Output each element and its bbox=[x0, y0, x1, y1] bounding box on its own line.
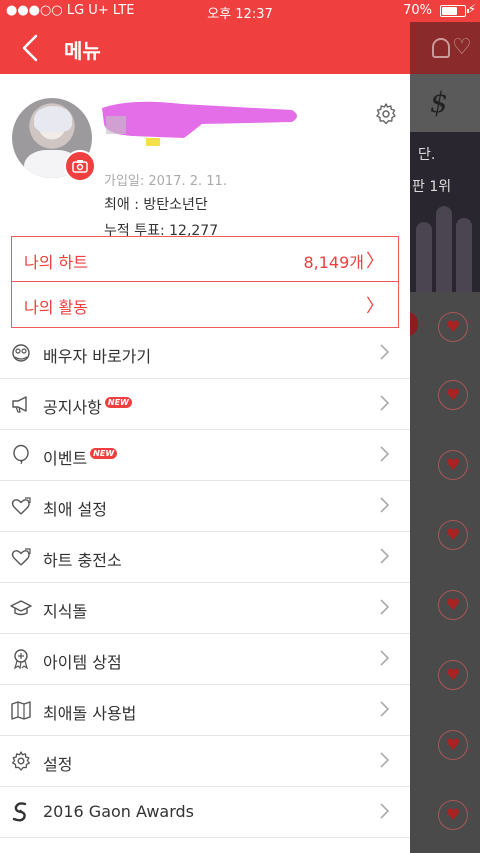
megaphone-icon bbox=[12, 396, 27, 413]
profile-section: 가입일: 2017. 2. 11. 최애 : 방탄소년단 누적 투표: 12,2… bbox=[0, 74, 410, 239]
chevron-right-icon bbox=[380, 803, 390, 819]
charging-icon: ⚡ bbox=[467, 2, 476, 16]
chevron-left-icon bbox=[22, 34, 38, 62]
my-activity-label: 나의 활동 bbox=[24, 298, 88, 317]
chevron-right-icon bbox=[380, 599, 390, 615]
menu-item-gaon-awards[interactable]: 2016 Gaon Awards bbox=[0, 787, 410, 838]
graduation-cap-icon bbox=[10, 600, 32, 616]
avatar-hair bbox=[34, 106, 72, 132]
chevron-right-icon bbox=[380, 650, 390, 666]
menu-item-item-shop[interactable]: 아이템 상점 bbox=[0, 634, 410, 685]
menu-item-label: 아이템 상점 bbox=[43, 653, 122, 672]
background-heart-icon: ♥ bbox=[438, 800, 468, 830]
my-hearts-count: 8,149개 bbox=[303, 253, 364, 272]
background-list bbox=[410, 292, 480, 853]
menu-item-heart-charging[interactable]: 하트 충전소 bbox=[0, 532, 410, 583]
background-heart-icon: ♥ bbox=[438, 312, 468, 342]
my-hearts-label: 나의 하트 bbox=[24, 253, 88, 272]
chevron-right-icon bbox=[380, 344, 390, 360]
menu-item-label: 최애 설정 bbox=[43, 500, 107, 519]
favorite-idol: 최애 : 방탄소년단 bbox=[104, 197, 208, 213]
background-heart-icon: ♥ bbox=[438, 660, 468, 690]
page-title: 메뉴 bbox=[64, 39, 101, 63]
chevron-right-icon bbox=[380, 752, 390, 768]
menu-item-knowledge[interactable]: 지식돌 bbox=[0, 583, 410, 634]
couple-icon bbox=[12, 344, 30, 362]
menu-item-events[interactable]: 이벤트 NEW bbox=[0, 430, 410, 481]
status-bar: ●●●○○ LG U+ LTE 오후 12:37 70% ⚡ bbox=[0, 0, 480, 22]
menu-item-label: 지식돌 bbox=[43, 602, 88, 621]
menu-item-label: 최애돌 사용법 bbox=[43, 704, 137, 723]
camera-icon bbox=[72, 160, 88, 173]
banner-text-1: 단. bbox=[418, 147, 436, 163]
side-menu-drawer: 메뉴 가입일: 2017. 2. 11. 최애 : 방탄소년단 누적 투표: 1… bbox=[0, 22, 410, 853]
change-photo-button[interactable] bbox=[64, 150, 96, 182]
background-banner: 단. 판 1위 bbox=[410, 132, 480, 292]
menu-item-label: 2016 Gaon Awards bbox=[43, 802, 194, 821]
balloon-icon bbox=[13, 444, 29, 465]
banner-text-2: 판 1위 bbox=[412, 179, 452, 195]
medal-icon bbox=[13, 649, 29, 670]
battery-fill bbox=[442, 7, 457, 15]
my-heart-icon: ♡ bbox=[452, 35, 472, 60]
back-button[interactable] bbox=[14, 30, 50, 66]
background-heart-icon: ♥ bbox=[438, 450, 468, 480]
menu-item-label: 하트 충전소 bbox=[43, 551, 122, 570]
new-badge: NEW bbox=[90, 448, 118, 459]
redacted-username bbox=[102, 101, 297, 146]
chevron-right-icon bbox=[380, 548, 390, 564]
gaon-logo-icon: $ bbox=[430, 86, 448, 119]
gear-icon bbox=[376, 103, 396, 125]
background-heart-icon: ♥ bbox=[438, 590, 468, 620]
my-hearts-button[interactable]: 나의 하트 8,149개 〉 bbox=[11, 236, 399, 282]
events-text: 이벤트 bbox=[43, 449, 88, 468]
banner-figure bbox=[416, 222, 432, 292]
menu-item-notices[interactable]: 공지사항 NEW bbox=[0, 379, 410, 430]
new-badge: NEW bbox=[104, 397, 132, 408]
chevron-right-icon bbox=[380, 395, 390, 411]
chevron-right-icon: 〉 bbox=[366, 296, 384, 317]
menu-item-label: 이벤트 NEW bbox=[43, 445, 118, 469]
menu-item-spouse-shortcut[interactable]: 배우자 바로가기 bbox=[0, 328, 410, 379]
background-subheader: $ bbox=[410, 74, 480, 132]
banner-figure bbox=[456, 218, 472, 292]
my-activity-button[interactable]: 나의 활동 〉 bbox=[11, 282, 399, 328]
background-heart-icon: ♥ bbox=[438, 730, 468, 760]
join-date: 가입일: 2017. 2. 11. bbox=[104, 174, 227, 189]
banner-figure bbox=[436, 206, 452, 292]
chevron-right-icon bbox=[380, 446, 390, 462]
drawer-header: 메뉴 bbox=[0, 22, 410, 74]
gaon-logo-icon bbox=[12, 802, 27, 822]
chevron-right-icon: 〉 bbox=[366, 251, 384, 272]
profile-settings-button[interactable] bbox=[374, 102, 398, 126]
background-header: ♡ bbox=[410, 22, 480, 74]
battery-icon bbox=[440, 5, 469, 17]
menu-item-settings[interactable]: 설정 bbox=[0, 736, 410, 787]
menu-item-label: 공지사항 NEW bbox=[43, 394, 132, 418]
battery-percent: 70% bbox=[403, 3, 432, 18]
ranking-icon bbox=[432, 38, 450, 58]
menu-item-favorite-settings[interactable]: 최애 설정 bbox=[0, 481, 410, 532]
heart-arrow-icon bbox=[11, 497, 31, 515]
menu-item-guide[interactable]: 최애돌 사용법 bbox=[0, 685, 410, 736]
heart-arrow-icon bbox=[11, 548, 31, 566]
background-heart-icon: ♥ bbox=[438, 520, 468, 550]
background-heart-icon: ♥ bbox=[438, 380, 468, 410]
menu-item-label: 설정 bbox=[43, 755, 73, 774]
menu-item-label: 배우자 바로가기 bbox=[43, 347, 152, 366]
chevron-right-icon bbox=[380, 701, 390, 717]
gear-icon bbox=[12, 751, 30, 771]
map-icon bbox=[11, 701, 31, 720]
chevron-right-icon bbox=[380, 497, 390, 513]
notices-text: 공지사항 bbox=[43, 398, 102, 417]
